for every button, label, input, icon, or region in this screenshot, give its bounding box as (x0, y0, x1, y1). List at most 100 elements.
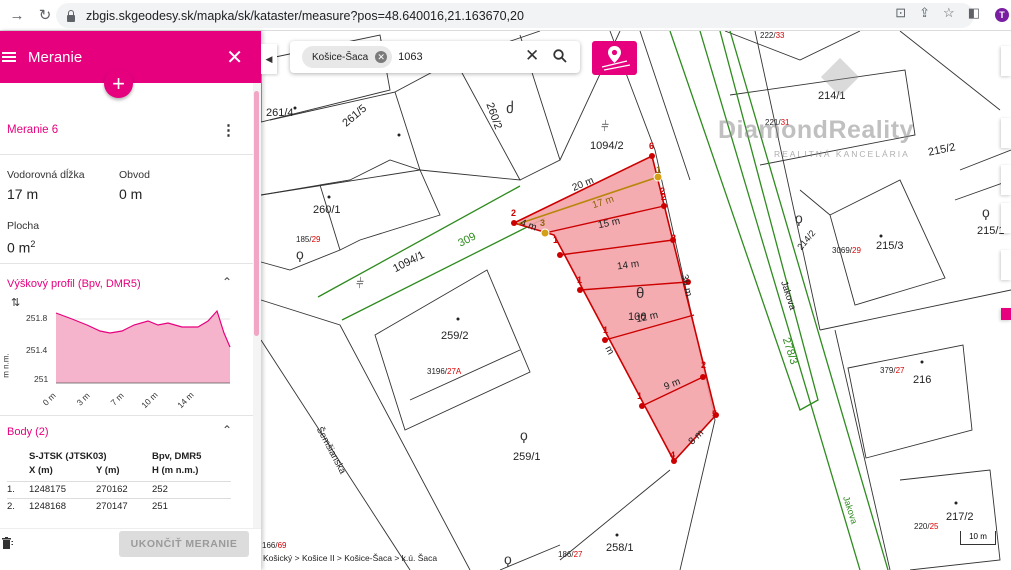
divider (0, 415, 253, 416)
parcel-label: 309 (456, 230, 479, 250)
segment-label: 17 m (590, 193, 616, 212)
vertex-number: 1 (577, 275, 583, 285)
lock-icon (66, 9, 76, 22)
end-measurement-button[interactable]: UKONČIŤ MERANIE (119, 531, 249, 557)
chip-remove-icon[interactable]: ✕ (375, 51, 388, 63)
profile-xtick: 0 m (40, 390, 58, 408)
parcel-tag: 186/27 (558, 550, 583, 559)
profile-ytick: 251.4 (26, 345, 48, 355)
parcel-tag: 185/29 (296, 235, 321, 244)
panel-scrollbar-thumb[interactable] (254, 91, 259, 336)
building-icon: ϙ (504, 551, 512, 567)
sidepanel-icon[interactable]: ◧ (968, 5, 980, 21)
parcel-label: 217/2 (946, 511, 974, 523)
more-options-icon[interactable]: ⋮ (221, 121, 236, 139)
building-icon: ძ (506, 100, 514, 117)
parcel-label: 214/2 (795, 228, 818, 252)
clear-search-icon[interactable]: ✕ (525, 46, 539, 66)
table-cell: 1248168 (29, 501, 66, 512)
browser-actions: ⊡ ⇪ ☆ ◧ (895, 5, 1003, 21)
forward-icon[interactable]: → (6, 4, 28, 26)
building-icon: ⫩ (356, 275, 365, 291)
profile-xtick: 10 m (139, 389, 160, 411)
profile-ylabel: m n.m. (1, 353, 11, 378)
collapse-panel-button[interactable]: ◀ (261, 44, 277, 74)
horizontal-length-label: Vodorovná dĺžka (7, 169, 85, 181)
vertex-number: 2 (661, 192, 667, 202)
vertex-number: 3 (540, 218, 546, 228)
panel-title: Meranie (28, 48, 83, 66)
segment-label: 15 m (597, 215, 622, 232)
building-icon: ⫩ (601, 118, 610, 134)
bookmark-star-icon[interactable]: ☆ (943, 5, 955, 21)
install-icon[interactable]: ⊡ (895, 5, 906, 21)
swap-axes-icon[interactable]: ⇅ (11, 296, 20, 309)
vertex-number: 1 (637, 391, 643, 401)
map-tool-button[interactable] (1001, 250, 1011, 280)
parcel-label: 278/3 (779, 336, 800, 366)
chevron-up-icon[interactable]: ⌃ (222, 423, 232, 437)
divider (0, 263, 253, 264)
map-tool-button[interactable] (1001, 308, 1011, 320)
area-label: Plocha (7, 220, 40, 232)
building-icon: ϙ (520, 427, 528, 443)
elevation-profile-chart (55, 309, 231, 384)
divider (0, 154, 253, 155)
table-cell: 1. (7, 484, 15, 495)
search-input[interactable]: 1063 (398, 51, 518, 63)
table-cell: 252 (152, 484, 168, 495)
measurement-name[interactable]: Meranie 6 (7, 124, 58, 136)
watermark-brand: DiamondReality (718, 116, 914, 144)
map-pin-icon (601, 46, 631, 71)
street-label: Jakova (778, 279, 798, 312)
profile-ytick: 251.8 (26, 313, 48, 323)
table-header: X (m) (29, 465, 53, 476)
map-tool-button[interactable] (1001, 165, 1011, 195)
table-header: Bpv, DMR5 (152, 451, 202, 462)
map-pin-button[interactable] (592, 41, 637, 75)
building-icon: ϙ (982, 204, 990, 220)
menu-icon[interactable] (2, 50, 16, 64)
vertex-number: 2 (511, 208, 517, 218)
map-tool-button[interactable] (1001, 203, 1011, 233)
vertex-number: 1 (553, 235, 559, 245)
segment-label: 4 m (518, 217, 539, 234)
vertex-number: 5 (712, 409, 718, 419)
segment-label: 8 m (686, 427, 707, 448)
parcel-label: 259/1 (513, 451, 541, 463)
building-icon: ϙ (296, 246, 304, 262)
parcel-label: 1094/1 (391, 249, 427, 275)
vertex-number: 1 (656, 165, 662, 175)
area-value: 0 m2 (7, 239, 36, 256)
scale-bar: 10 m (960, 531, 996, 545)
parcel-tag: 220/25 (914, 522, 939, 531)
reload-icon[interactable]: ↻ (34, 4, 56, 26)
parcel-tag: 379/27 (880, 366, 905, 375)
parcel-label: 260/1 (313, 204, 341, 216)
close-icon[interactable]: ✕ (226, 45, 243, 70)
points-title[interactable]: Body (2) (7, 426, 49, 438)
table-header: S-JTSK (JTSK03) (29, 451, 107, 462)
table-cell: 251 (152, 501, 168, 512)
address-bar[interactable]: zbgis.skgeodesy.sk/mapka/sk/kataster/mea… (56, 3, 974, 28)
browser-toolbar: → ↻ zbgis.skgeodesy.sk/mapka/sk/kataster… (0, 0, 1011, 31)
panel-body: Meranie 6 ⋮ Vodorovná dĺžka 17 m Obvod 0… (0, 83, 253, 528)
vertex-number: 1 (603, 325, 609, 335)
search-icon[interactable] (553, 49, 567, 63)
url-text: zbgis.skgeodesy.sk/mapka/sk/kataster/mea… (86, 8, 524, 23)
delete-icon[interactable] (2, 537, 13, 550)
elevation-profile-title[interactable]: Výškový profil (Bpv, DMR5) (7, 278, 141, 290)
profile-avatar[interactable]: T (995, 8, 1009, 22)
segment-label: 36 m (678, 273, 694, 298)
chevron-up-icon[interactable]: ⌃ (222, 275, 232, 289)
vertex-number: 2 (671, 233, 677, 243)
map-tool-button[interactable] (1001, 118, 1011, 148)
location-chip[interactable]: Košice-Šaca ✕ (302, 46, 393, 68)
panel-footer: UKONČIŤ MERANIE (0, 528, 261, 570)
map-tool-button[interactable] (1001, 46, 1011, 76)
parcel-label: 1094/2 (590, 140, 624, 152)
share-icon[interactable]: ⇪ (919, 5, 930, 21)
segment-label: 20 m (570, 175, 596, 194)
parcel-label: 261/4 (266, 107, 294, 119)
parcel-tag: 3196/27A (427, 367, 462, 376)
